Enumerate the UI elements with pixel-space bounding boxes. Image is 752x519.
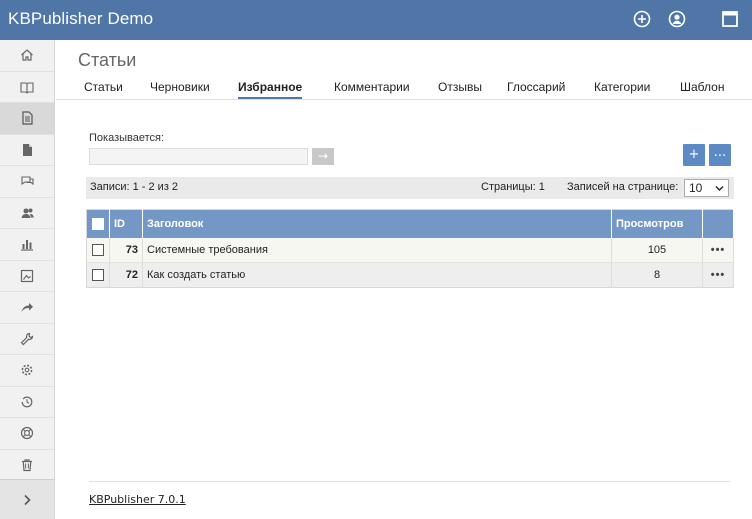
select-all-checkbox[interactable] [92, 217, 104, 230]
share-icon [21, 303, 33, 313]
sidebar-item-articles[interactable] [0, 103, 54, 135]
sidebar-item-settings[interactable] [0, 355, 54, 387]
picture-icon [20, 269, 34, 282]
sidebar-item-media[interactable] [0, 261, 54, 292]
chevron-right-icon [24, 494, 31, 505]
home-icon [21, 49, 33, 61]
book-icon [20, 82, 34, 94]
column-header-actions [702, 209, 734, 238]
tab-categories[interactable]: Категории [594, 80, 650, 94]
sidebar-item-help[interactable] [0, 418, 54, 450]
column-header-views[interactable]: Просмотров [611, 209, 703, 238]
tab-comments[interactable]: Комментарии [334, 80, 410, 94]
footer-version-link[interactable]: KBPublisher 7.0.1 [89, 493, 186, 506]
tab-bar: Статьи Черновики Избранное Комментарии О… [56, 78, 752, 100]
wrench-icon [20, 332, 34, 346]
filter-go-button[interactable]: → [312, 148, 334, 165]
row-menu-button[interactable]: ••• [702, 237, 734, 263]
add-circle-icon[interactable] [633, 10, 651, 28]
sidebar-item-history[interactable] [0, 387, 54, 418]
tab-articles[interactable]: Статьи [84, 80, 123, 94]
articles-table: ID Заголовок Просмотров 73 Системные тре… [86, 209, 734, 288]
pages-count: Страницы: 1 [481, 181, 545, 193]
clock-icon [21, 396, 33, 408]
window-icon[interactable] [721, 10, 739, 28]
pager-bar: Записи: 1 - 2 из 2 Страницы: 1 Записей н… [86, 177, 734, 199]
sidebar-expand-button[interactable] [0, 479, 54, 519]
filter-label: Показывается: [89, 132, 165, 144]
trash-icon [22, 459, 32, 471]
table-row[interactable]: 72 Как создать статью 8 ••• [86, 262, 734, 288]
tab-favorites[interactable]: Избранное [238, 80, 303, 99]
row-title[interactable]: Как создать статью [142, 262, 612, 288]
table-row[interactable]: 73 Системные требования 105 ••• [86, 237, 734, 263]
per-page-value: 10 [689, 181, 703, 195]
tab-glossary[interactable]: Глоссарий [507, 80, 565, 94]
row-id: 73 [109, 237, 143, 263]
sidebar-item-reports[interactable] [0, 229, 54, 261]
sidebar [0, 40, 55, 519]
tab-drafts[interactable]: Черновики [150, 80, 210, 94]
sidebar-item-export[interactable] [0, 292, 54, 324]
sidebar-item-trash[interactable] [0, 450, 54, 481]
page-title: Статьи [78, 50, 137, 70]
sidebar-item-book[interactable] [0, 72, 54, 103]
app-title[interactable]: KBPublisher Demo [8, 9, 153, 29]
row-checkbox[interactable] [92, 243, 104, 256]
table-header-row: ID Заголовок Просмотров [86, 209, 734, 238]
sidebar-item-files[interactable] [0, 135, 54, 166]
sidebar-item-users[interactable] [0, 198, 54, 229]
row-select-cell [86, 237, 110, 263]
gear-icon [21, 364, 33, 376]
select-all-cell [86, 209, 110, 238]
filter-input[interactable] [89, 148, 308, 165]
top-bar: KBPublisher Demo [0, 0, 752, 40]
column-header-title[interactable]: Заголовок [142, 209, 612, 238]
row-views: 8 [611, 262, 703, 288]
per-page-label: Записей на странице: [567, 181, 679, 193]
tab-template[interactable]: Шаблон [680, 80, 724, 94]
tab-feedback[interactable]: Отзывы [438, 80, 482, 94]
lifebuoy-icon [20, 427, 34, 440]
footer-divider [89, 481, 730, 482]
user-icon[interactable] [668, 10, 686, 28]
sidebar-item-comments[interactable] [0, 166, 54, 198]
row-views: 105 [611, 237, 703, 263]
row-checkbox[interactable] [92, 269, 104, 282]
chat-icon [20, 176, 34, 186]
column-header-id[interactable]: ID [109, 209, 143, 238]
add-button[interactable]: + [683, 144, 705, 166]
row-menu-button[interactable]: ••• [702, 262, 734, 288]
more-actions-button[interactable]: ... [709, 144, 731, 166]
records-count: Записи: 1 - 2 из 2 [90, 181, 179, 193]
per-page-select[interactable]: 10 [684, 179, 729, 197]
sidebar-item-home[interactable] [0, 40, 54, 72]
article-icon [22, 111, 33, 125]
file-icon [23, 143, 32, 156]
users-icon [21, 208, 34, 218]
row-select-cell [86, 262, 110, 288]
sidebar-item-tools[interactable] [0, 324, 54, 355]
row-title[interactable]: Системные требования [142, 237, 612, 263]
row-id: 72 [109, 262, 143, 288]
chart-icon [21, 240, 33, 251]
chevron-down-icon [715, 180, 724, 202]
